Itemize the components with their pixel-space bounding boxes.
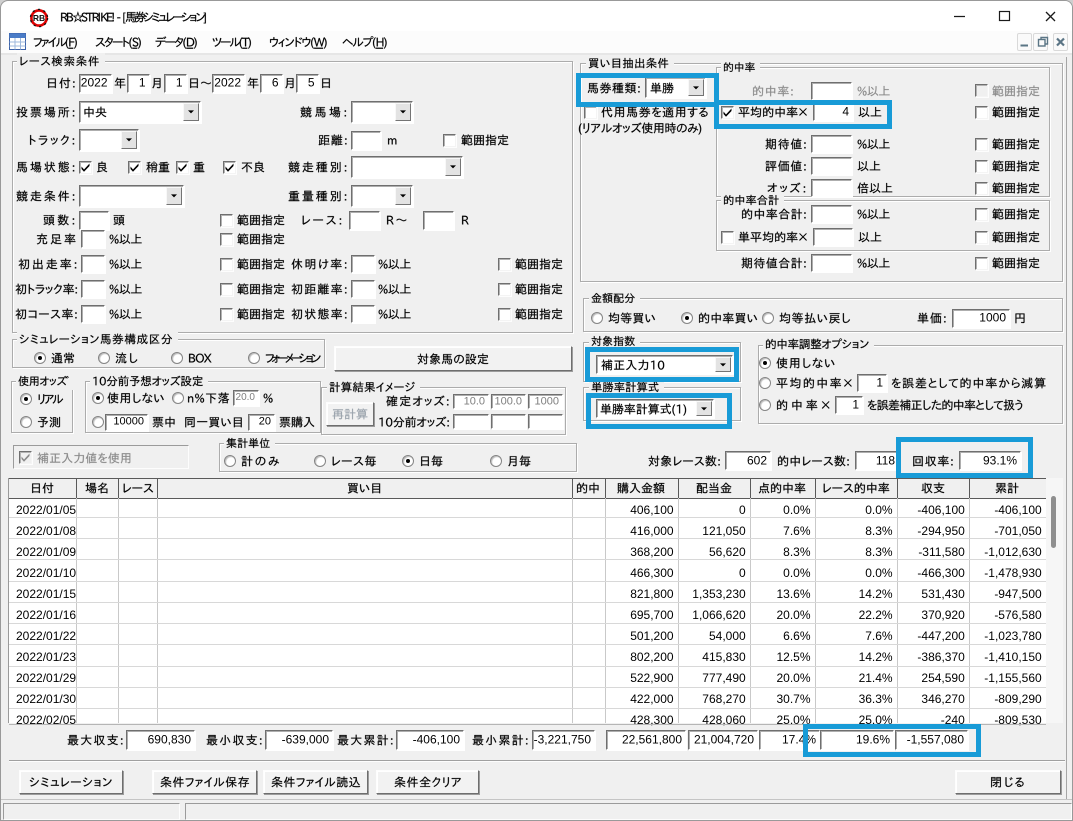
svg-text:RB: RB <box>33 13 45 23</box>
